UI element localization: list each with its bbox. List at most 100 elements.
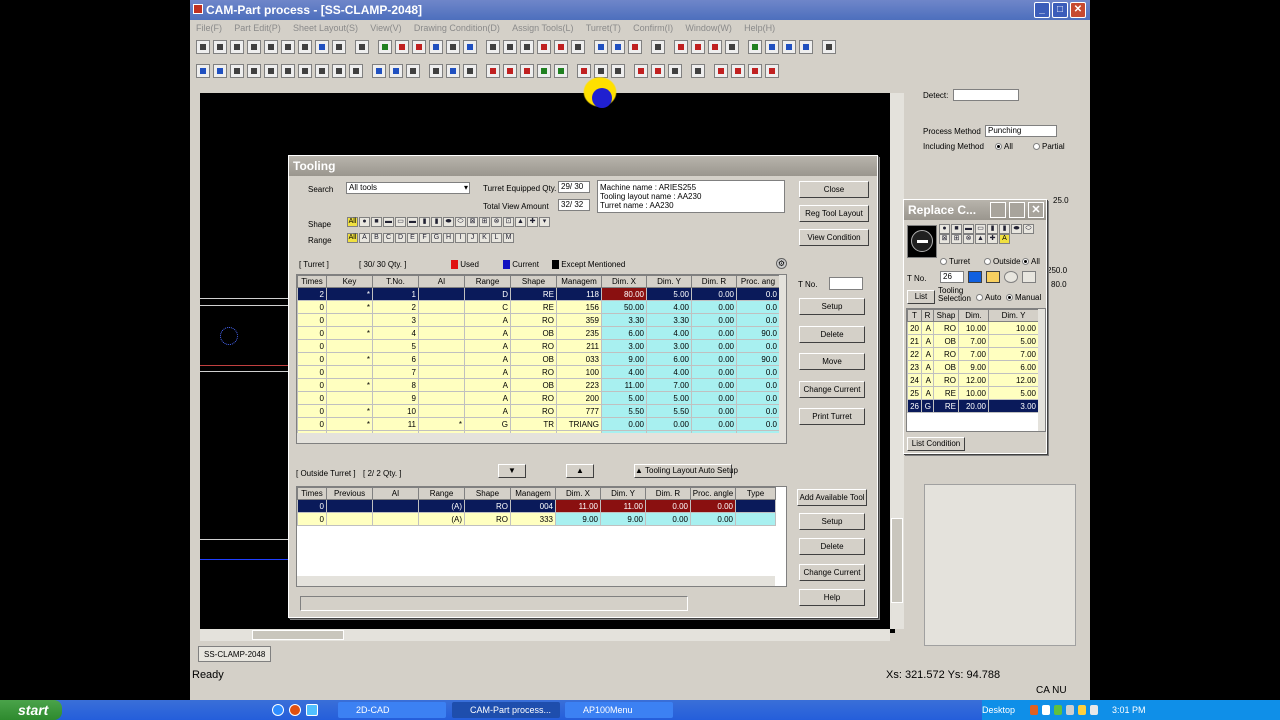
minimize-button[interactable] [990,202,1006,218]
tool-icon[interactable] [691,40,705,54]
tool-icon[interactable] [634,64,648,78]
setup-button[interactable]: Setup [799,298,865,315]
menu-help[interactable]: Help(H) [744,20,775,36]
tool-icon[interactable] [230,64,244,78]
square-shape-icon[interactable]: ■ [371,217,382,227]
tool-icon[interactable] [668,64,682,78]
turret-table-row[interactable]: 0 * 6 A OB 033 9.00 6.00 0.00 90.0 [297,352,780,366]
tool-icon[interactable] [463,40,477,54]
shape-icon[interactable]: ⊗ [963,234,974,244]
replace-column-header[interactable]: Dim. Y [988,309,1039,322]
special-shape-icon[interactable]: ⊡ [503,217,514,227]
help-pointer-icon[interactable] [822,40,836,54]
sheet-tab[interactable]: SS-CLAMP-2048 [198,646,272,662]
tool-icon[interactable] [298,40,312,54]
auto-setup-button[interactable]: ▲ Tooling Layout Auto Setup [634,464,738,478]
add-available-tool-button[interactable]: Add Available Tool [797,489,867,506]
zoom-out-icon[interactable] [264,64,278,78]
special-shape-icon[interactable]: ⊠ [467,217,478,227]
desktop-toolbar[interactable]: Desktop [982,700,1026,720]
auto-radio[interactable]: Auto [976,293,1001,302]
rectangle-shape-icon[interactable]: ▬ [383,217,394,227]
pointer-icon[interactable] [406,64,420,78]
open-icon[interactable] [213,40,227,54]
scroll-thumb[interactable] [891,518,903,603]
replace-outside-radio[interactable]: Outside [984,257,1021,266]
scroll-thumb[interactable] [252,630,344,640]
shape-icon[interactable]: ▬ [963,224,974,234]
replace-table-row[interactable]: 22 A RO 7.00 7.00 [907,347,1039,361]
range-chip-l[interactable]: L [491,233,502,243]
outside-column-header[interactable]: Shape [464,487,511,500]
range-chip-d[interactable]: D [395,233,406,243]
menu-window[interactable]: Window(W) [685,20,732,36]
including-partial-radio[interactable]: Partial [1033,142,1065,151]
tool-icon[interactable] [389,64,403,78]
tool-icon[interactable] [395,40,409,54]
tool-icon[interactable] [691,64,705,78]
tool-icon[interactable] [486,40,500,54]
tool-icon[interactable] [520,40,534,54]
move-down-button[interactable]: ▼ [498,464,526,478]
tool-icon[interactable] [725,40,739,54]
replace-table-row[interactable]: 24 A RO 12.00 12.00 [907,373,1039,387]
tno-field[interactable] [829,277,863,290]
outside-column-header[interactable]: Dim. X [555,487,601,500]
replace-table-row[interactable]: 25 A RE 10.00 5.00 [907,386,1039,400]
help-button[interactable]: Help [799,589,865,606]
tool-icon[interactable] [503,40,517,54]
new-icon[interactable] [196,40,210,54]
shape-icon[interactable]: ⊞ [951,234,962,244]
outside-column-header[interactable]: Proc. angle [690,487,736,500]
shape-icon[interactable]: ⬬ [1011,224,1022,234]
menu-drawing-condition[interactable]: Drawing Condition(D) [414,20,500,36]
turret-table-row[interactable]: 0 3 A RO 359 3.30 3.30 0.00 0.0 [297,313,780,327]
start-button[interactable]: start [0,700,62,720]
tool-icon[interactable] [281,40,295,54]
tool-icon[interactable] [714,64,728,78]
menu-view[interactable]: View(V) [370,20,401,36]
replace-all-radio[interactable]: All [1022,257,1040,266]
tool-icon[interactable] [537,64,551,78]
turret-table-row[interactable]: 2 * 1 D RE 118 80.00 5.00 0.00 0.0 [297,287,780,301]
shape-all-chip[interactable]: All [347,217,358,227]
outside-column-header[interactable]: Previous [326,487,373,500]
list-condition-button[interactable]: List Condition [907,437,965,451]
outside-column-header[interactable]: Range [418,487,465,500]
shape-icon[interactable]: ▲ [975,234,986,244]
replace-table-vscroll[interactable] [1038,309,1045,431]
shape-icon[interactable]: ⊠ [939,234,950,244]
turret-column-header[interactable]: Dim. R [691,275,737,288]
desktop-icon[interactable] [306,704,318,716]
tool-icon[interactable] [349,64,363,78]
tool-icon[interactable] [537,40,551,54]
detect-field[interactable] [953,89,1019,101]
turret-table-row[interactable]: 0 * 2 C RE 156 50.00 4.00 0.00 0.0 [297,300,780,314]
turret-table-row[interactable]: 0 7 A RO 100 4.00 4.00 0.00 0.0 [297,365,780,379]
including-all-radio[interactable]: All [995,142,1013,151]
save-icon[interactable] [230,40,244,54]
shape-icon[interactable] [1022,271,1036,283]
tool-icon[interactable] [782,40,796,54]
undo-icon[interactable] [315,40,329,54]
tool-icon[interactable] [213,64,227,78]
canvas-vertical-scrollbar[interactable] [890,93,904,629]
replace-table-row[interactable]: 26 G RE 20.00 3.00 [907,399,1039,413]
outside-change-current-button[interactable]: Change Current [799,564,865,581]
menu-sheet-layout[interactable]: Sheet Layout(S) [293,20,358,36]
print-icon[interactable] [247,40,261,54]
color-square-icon[interactable] [986,271,1000,283]
task-ap100menu[interactable]: AP100Menu [565,702,673,718]
replace-turret-radio[interactable]: Turret [940,257,970,266]
delete-button[interactable]: Delete [799,326,865,343]
tool-icon[interactable] [708,40,722,54]
canvas-horizontal-scrollbar[interactable] [200,629,890,641]
round-shape-icon[interactable] [1004,271,1018,283]
outside-column-header[interactable]: Dim. Y [600,487,646,500]
turret-column-header[interactable]: Key [326,275,373,288]
print-turret-button[interactable]: Print Turret [799,408,865,425]
shape-icon[interactable]: ✚ [987,234,998,244]
turret-table-row[interactable]: 0 * 4 A OB 235 6.00 4.00 0.00 90.0 [297,326,780,340]
tool-icon[interactable] [765,64,779,78]
oval-shape-icon[interactable]: ⬬ [443,217,454,227]
